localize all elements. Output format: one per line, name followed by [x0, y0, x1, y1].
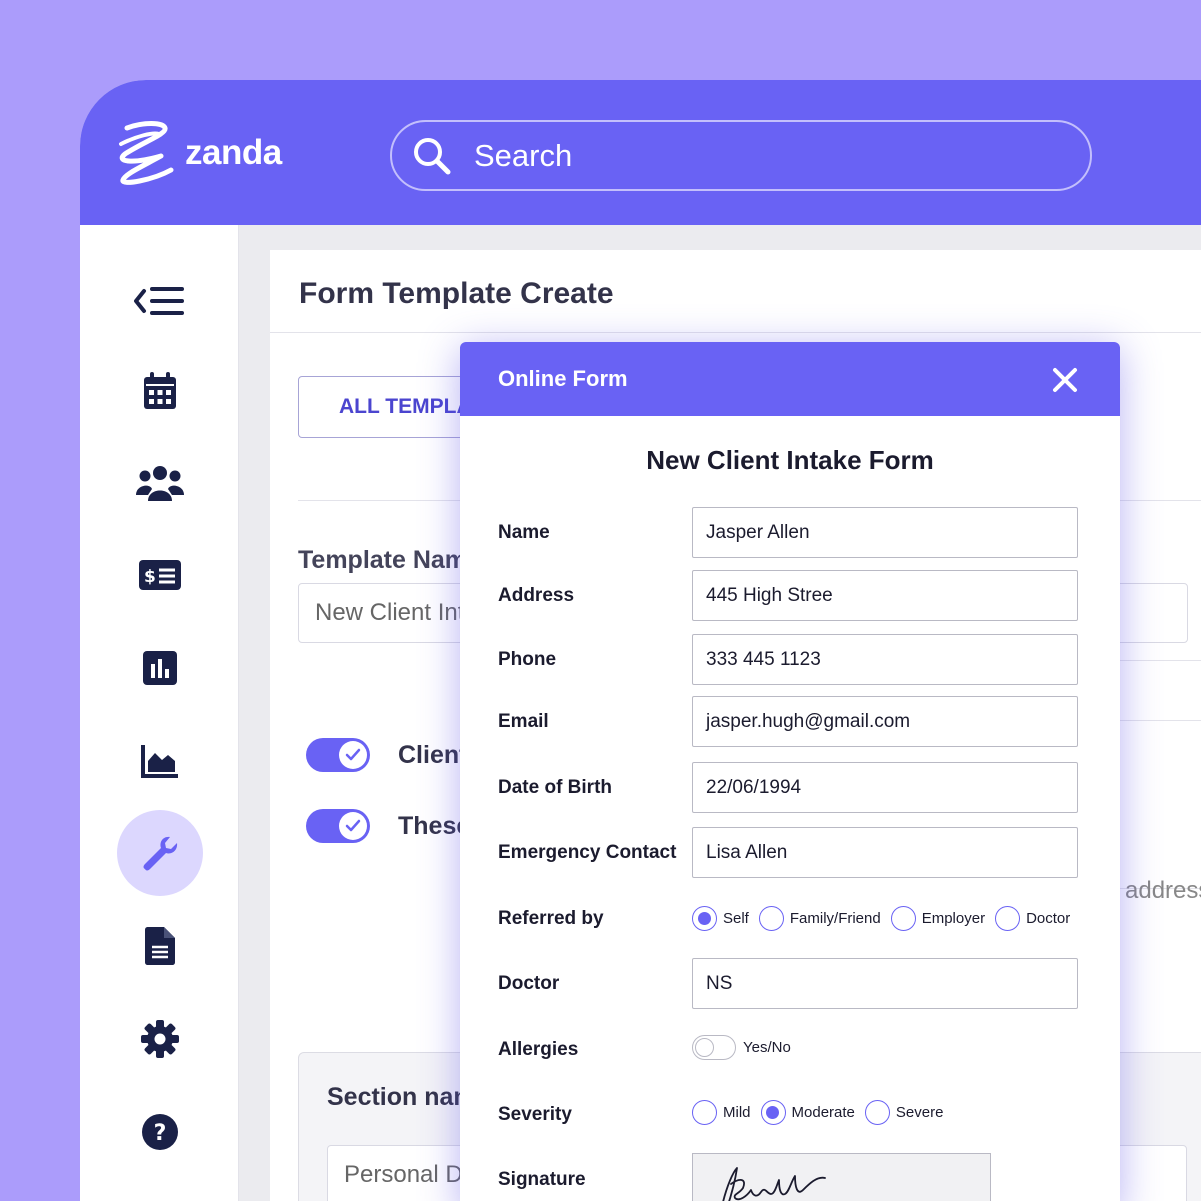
search-input[interactable]: Search [390, 120, 1092, 191]
svg-text:$: $ [144, 567, 156, 587]
referred-family-radio[interactable]: Family/Friend [758, 906, 881, 931]
sidebar-item-help[interactable]: ? [117, 1089, 203, 1175]
template-name-label: Template Name [298, 546, 481, 574]
referred-doctor-radio[interactable]: Doctor [995, 906, 1070, 931]
phone-label: Phone [498, 649, 557, 670]
referred-self-radio[interactable]: Self [692, 906, 749, 931]
title-divider [270, 332, 1201, 333]
radio-button[interactable] [864, 1100, 890, 1125]
radio-label: Moderate [791, 1104, 855, 1121]
these-toggle[interactable] [306, 809, 370, 843]
area-chart-icon [141, 745, 178, 778]
search-placeholder: Search [474, 137, 573, 173]
page-title: Form Template Create [299, 277, 614, 310]
doctor-field[interactable]: NS [692, 958, 1078, 1009]
allergies-toggle-row: Yes/No [692, 1035, 791, 1060]
bar-chart-icon [143, 651, 177, 685]
zanda-logo-icon [119, 121, 174, 185]
sidebar: $ ? [80, 225, 239, 1201]
allergies-toggle-label: Yes/No [743, 1039, 791, 1056]
sidebar-item-settings[interactable] [117, 996, 203, 1082]
radio-label: Doctor [1026, 910, 1071, 927]
radio-button[interactable] [995, 906, 1021, 931]
radio-button[interactable] [760, 1100, 786, 1125]
doctor-label: Doctor [498, 973, 560, 994]
sidebar-item-documents[interactable] [117, 903, 203, 989]
signature-pad[interactable] [692, 1153, 991, 1201]
radio-label: Severe [895, 1104, 944, 1121]
dob-label: Date of Birth [498, 777, 612, 798]
radio-button[interactable] [890, 906, 916, 931]
sidebar-item-analytics[interactable] [117, 718, 203, 804]
sidebar-item-tools[interactable] [117, 810, 203, 896]
radio-label: Employer [921, 910, 986, 927]
right-divider [1120, 720, 1201, 721]
clients-icon [136, 466, 184, 501]
brand-logo[interactable]: zanda [113, 120, 282, 186]
right-divider [1120, 660, 1201, 661]
signature-drawing [722, 1167, 826, 1201]
referred-by-label: Referred by [498, 908, 604, 929]
client-toggle[interactable] [306, 738, 370, 772]
modal-header: Online Form [460, 342, 1120, 416]
severity-radio-group: Mild Moderate Severe [692, 1100, 953, 1125]
dob-field[interactable]: 22/06/1994 [692, 762, 1078, 813]
radio-label: Self [723, 910, 749, 927]
severity-moderate-radio[interactable]: Moderate [760, 1100, 855, 1125]
radio-button[interactable] [692, 906, 717, 931]
name-field[interactable]: Jasper Allen [692, 507, 1078, 558]
calendar-icon [144, 372, 176, 409]
phone-field[interactable]: 333 445 1123 [692, 634, 1078, 685]
gear-icon [141, 1020, 179, 1058]
radio-label: Family/Friend [789, 910, 881, 927]
severity-label: Severity [498, 1104, 572, 1125]
email-label: Email [498, 711, 549, 732]
severity-severe-radio[interactable]: Severe [864, 1100, 944, 1125]
sidebar-item-collapse[interactable] [117, 260, 203, 346]
radio-label: Mild [723, 1104, 751, 1121]
these-toggle-row: These [306, 809, 470, 843]
document-icon [145, 927, 175, 965]
signature-label: Signature [498, 1169, 586, 1190]
svg-text:?: ? [154, 1121, 167, 1146]
sidebar-item-calendar[interactable] [117, 348, 203, 434]
emergency-contact-label: Emergency Contact [498, 842, 677, 863]
close-icon[interactable] [1052, 367, 1078, 393]
sidebar-item-billing[interactable]: $ [117, 532, 203, 618]
referred-by-radio-group: Self Family/Friend Employer Doctor [692, 906, 1080, 931]
client-toggle-label: Client [398, 740, 468, 769]
wrench-icon [143, 836, 178, 871]
sidebar-item-reports[interactable] [117, 625, 203, 711]
allergies-label: Allergies [498, 1039, 579, 1060]
brand-name: zanda [185, 133, 282, 172]
sidebar-item-clients[interactable] [117, 440, 203, 526]
address-hint: address [1125, 877, 1201, 904]
radio-button[interactable] [692, 1100, 717, 1125]
referred-employer-radio[interactable]: Employer [890, 906, 986, 931]
online-form-modal: Online Form New Client Intake Form Name … [460, 342, 1120, 1201]
email-field[interactable]: jasper.hugh@gmail.com [692, 696, 1078, 747]
name-label: Name [498, 522, 550, 543]
collapse-menu-icon [134, 287, 184, 315]
address-field[interactable]: 445 High Stree [692, 570, 1078, 621]
help-icon: ? [142, 1114, 178, 1150]
search-icon [414, 137, 451, 174]
severity-mild-radio[interactable]: Mild [692, 1100, 751, 1125]
emergency-contact-field[interactable]: Lisa Allen [692, 827, 1078, 878]
radio-button[interactable] [758, 906, 784, 931]
client-toggle-row: Client [306, 738, 467, 772]
form-title: New Client Intake Form [646, 445, 934, 475]
check-icon [345, 748, 361, 761]
allergies-toggle[interactable] [692, 1035, 736, 1060]
modal-title: Online Form [498, 366, 628, 391]
billing-icon: $ [139, 560, 181, 590]
check-icon [345, 819, 361, 832]
top-bar: zanda Search [80, 80, 1201, 225]
address-label: Address [498, 585, 575, 606]
